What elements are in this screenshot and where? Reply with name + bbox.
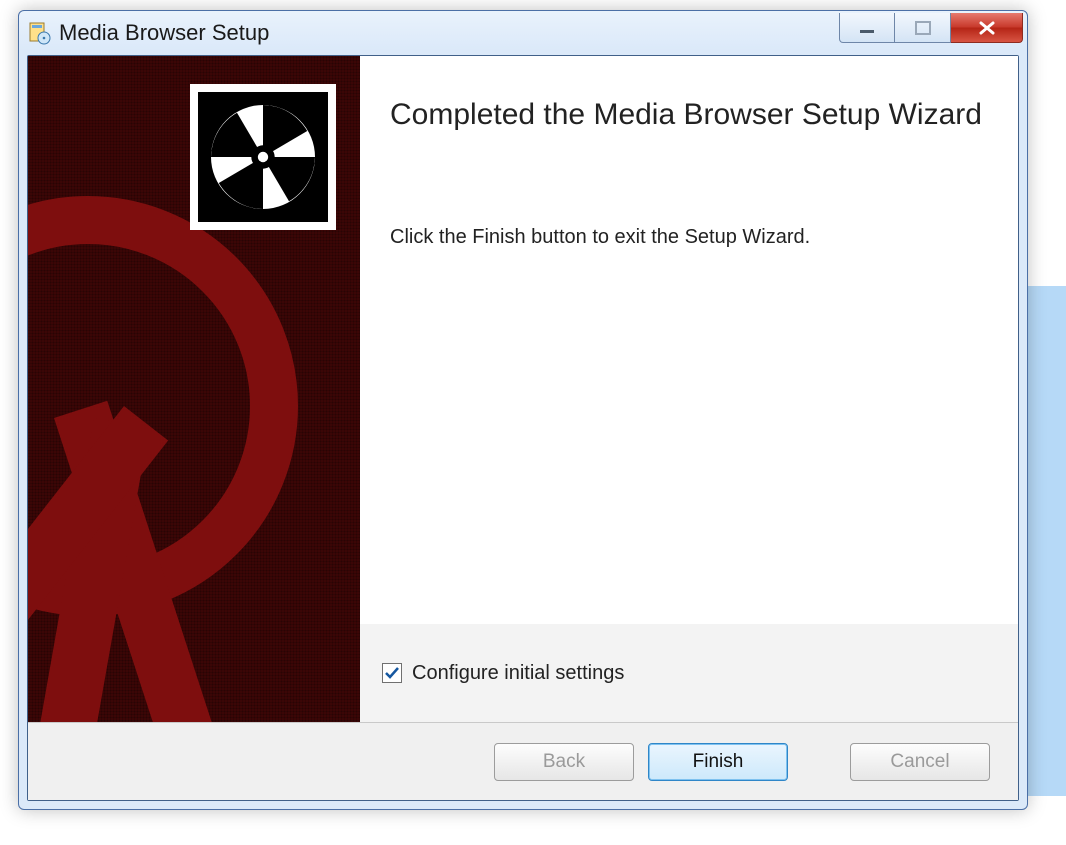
minimize-button[interactable] [839,13,895,43]
finish-button[interactable]: Finish [648,743,788,781]
wizard-footer: Back Finish Cancel [28,722,1018,800]
wizard-description: Click the Finish button to exit the Setu… [390,226,998,249]
installer-window: Media Browser Setup [18,10,1028,810]
wizard-content: Completed the Media Browser Setup Wizard… [360,56,1018,722]
desktop-strip [1024,286,1066,796]
close-button[interactable] [951,13,1023,43]
cancel-button[interactable]: Cancel [850,743,990,781]
back-button[interactable]: Back [494,743,634,781]
configure-label: Configure initial settings [412,662,624,685]
wizard-banner [28,56,360,722]
window-buttons [839,13,1023,43]
option-row: Configure initial settings [360,624,1018,722]
titlebar[interactable]: Media Browser Setup [19,11,1027,55]
configure-checkbox[interactable] [382,663,402,683]
maximize-button[interactable] [895,13,951,43]
wizard-heading: Completed the Media Browser Setup Wizard [390,96,998,134]
wizard-body: Completed the Media Browser Setup Wizard… [28,56,1018,722]
installer-icon [27,21,51,45]
window-title: Media Browser Setup [59,20,839,46]
disc-icon [190,84,336,230]
client-area: Completed the Media Browser Setup Wizard… [27,55,1019,801]
